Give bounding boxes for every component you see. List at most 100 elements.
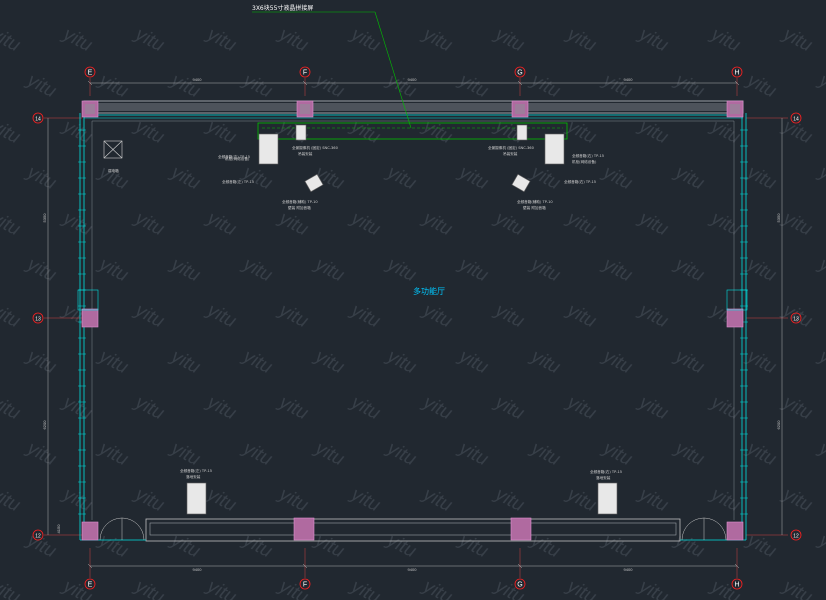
watermark-text: yitu <box>634 391 672 425</box>
watermark-text: yitu <box>130 115 168 149</box>
dim-top-2: 9400 <box>408 77 418 82</box>
dim-bottom-2: 9400 <box>408 567 418 572</box>
watermark-text: yitu <box>58 207 96 241</box>
doors <box>99 517 727 541</box>
watermark-text: yitu <box>166 161 204 195</box>
watermark-text: yitu <box>130 391 168 425</box>
watermark-text: yitu <box>22 161 60 195</box>
watermark-text: yitu <box>94 529 132 563</box>
watermark-text: yitu <box>166 345 204 379</box>
watermark-text: yitu <box>418 575 456 600</box>
watermark-text: yitu <box>382 253 420 287</box>
watermark-text: yitu <box>310 253 348 287</box>
axis-label-e-top: E <box>88 70 93 77</box>
watermark-text: yitu <box>526 253 564 287</box>
watermark-text: yitu <box>202 207 240 241</box>
watermark-text: yitu <box>418 115 456 149</box>
watermark-text: yitu <box>670 345 708 379</box>
watermark-text: yitu <box>706 23 744 57</box>
watermark-text: yitu <box>706 207 744 241</box>
watermark-text: yitu <box>238 529 276 563</box>
axis-label-14-right: 14 <box>793 116 799 122</box>
watermark-text: yitu <box>58 115 96 149</box>
watermark-text: yitu <box>418 23 456 57</box>
watermark-text: yitu <box>0 115 24 149</box>
watermark-text: yitu <box>742 161 780 195</box>
watermark-text: yitu <box>598 345 636 379</box>
watermark-text: yitu <box>490 207 528 241</box>
watermark-text: yitu <box>418 299 456 333</box>
watermark-text: yitu <box>310 69 348 103</box>
watermark-text: yitu <box>346 115 384 149</box>
watermark-text: yitu <box>346 23 384 57</box>
watermark-text: yitu <box>634 23 672 57</box>
watermark-text: yitu <box>706 483 744 517</box>
watermark-text: yitu <box>562 299 600 333</box>
watermark-text: yitu <box>670 529 708 563</box>
floor-plan-drawing: yitu yitu yitu yitu yitu yitu yitu yitu yitu yitu… <box>0 4 826 600</box>
watermark-text: yitu <box>202 299 240 333</box>
watermark-text: yitu <box>526 437 564 471</box>
watermark-text: yitu <box>670 437 708 471</box>
note-floor-speaker-right-mount: 落地安装 <box>596 475 611 480</box>
watermark-text: yitu <box>634 115 672 149</box>
watermark-text: yitu <box>454 69 492 103</box>
note-aux-speaker-left: 全频音箱(辅助) TP-10 <box>282 199 318 204</box>
note-aux-speaker-right: 全频音箱(辅助) TP-10 <box>517 199 553 204</box>
watermark-text: yitu <box>526 345 564 379</box>
dim-top-3: 9400 <box>624 77 634 82</box>
watermark-text: yitu <box>742 529 780 563</box>
watermark-text: yitu <box>598 69 636 103</box>
watermark-text: yitu <box>22 253 60 287</box>
watermark-text: yitu <box>274 207 312 241</box>
note-aux-speaker-right-mount: 壁装 附加音箱 <box>523 205 546 210</box>
watermark-text: yitu <box>130 207 168 241</box>
watermark-text: yitu <box>742 69 780 103</box>
watermark-text: yitu <box>346 483 384 517</box>
axis-label-g-top: G <box>517 70 522 77</box>
note-camera-right: 全景摄像机 (固定) SNC-360 <box>488 145 535 150</box>
electrical-box <box>103 140 123 159</box>
watermark-text: yitu <box>382 69 420 103</box>
dim-left-2: 6200 <box>42 420 47 430</box>
watermark-text: yitu <box>58 483 96 517</box>
watermark-text: yitu <box>706 115 744 149</box>
watermark-text: yitu <box>490 23 528 57</box>
note-camera-left-mount: 吊装安装 <box>298 151 313 156</box>
dim-left-1: 5350 <box>42 213 47 223</box>
watermark-text: yitu <box>94 437 132 471</box>
watermark-text: yitu <box>310 345 348 379</box>
dim-bottom-3: 9400 <box>624 567 634 572</box>
watermark-text: yitu <box>0 207 24 241</box>
watermark-text: yitu <box>490 391 528 425</box>
note-speaker-left-top-2: 全频音箱(左) TP-15 <box>222 179 254 184</box>
watermark-text: yitu <box>346 207 384 241</box>
watermark-text: yitu <box>166 529 204 563</box>
watermark-text: yitu <box>382 345 420 379</box>
watermark-text: yitu <box>58 23 96 57</box>
watermark-text: yitu <box>94 69 132 103</box>
watermark-text: yitu <box>562 391 600 425</box>
note-speaker-right-top: 全频音箱(右) TP-15 <box>572 153 604 158</box>
watermark-text: yitu <box>382 161 420 195</box>
dim-right-1: 5350 <box>776 213 781 223</box>
note-camera-left: 全景摄像机 (固定) SNC-360 <box>292 145 339 150</box>
axis-label-12-right: 12 <box>793 533 799 539</box>
watermark-text: yitu <box>166 437 204 471</box>
watermark-text: yitu <box>0 391 24 425</box>
watermark-text: yitu <box>0 483 24 517</box>
watermark-text: yitu <box>418 483 456 517</box>
watermark-text: yitu <box>742 437 780 471</box>
watermark-text: yitu <box>814 253 826 287</box>
watermark-text: yitu <box>346 299 384 333</box>
watermark-text: yitu <box>814 345 826 379</box>
watermark-text: yitu <box>130 23 168 57</box>
watermark-text: yitu <box>310 529 348 563</box>
axis-label-e-bottom: E <box>88 582 93 589</box>
watermark-text: yitu <box>598 437 636 471</box>
axis-label-12-left: 12 <box>35 533 41 539</box>
watermark-text: yitu <box>526 161 564 195</box>
watermark-text: yitu <box>634 575 672 600</box>
watermark-text: yitu <box>670 253 708 287</box>
watermark-text: yitu <box>562 575 600 600</box>
